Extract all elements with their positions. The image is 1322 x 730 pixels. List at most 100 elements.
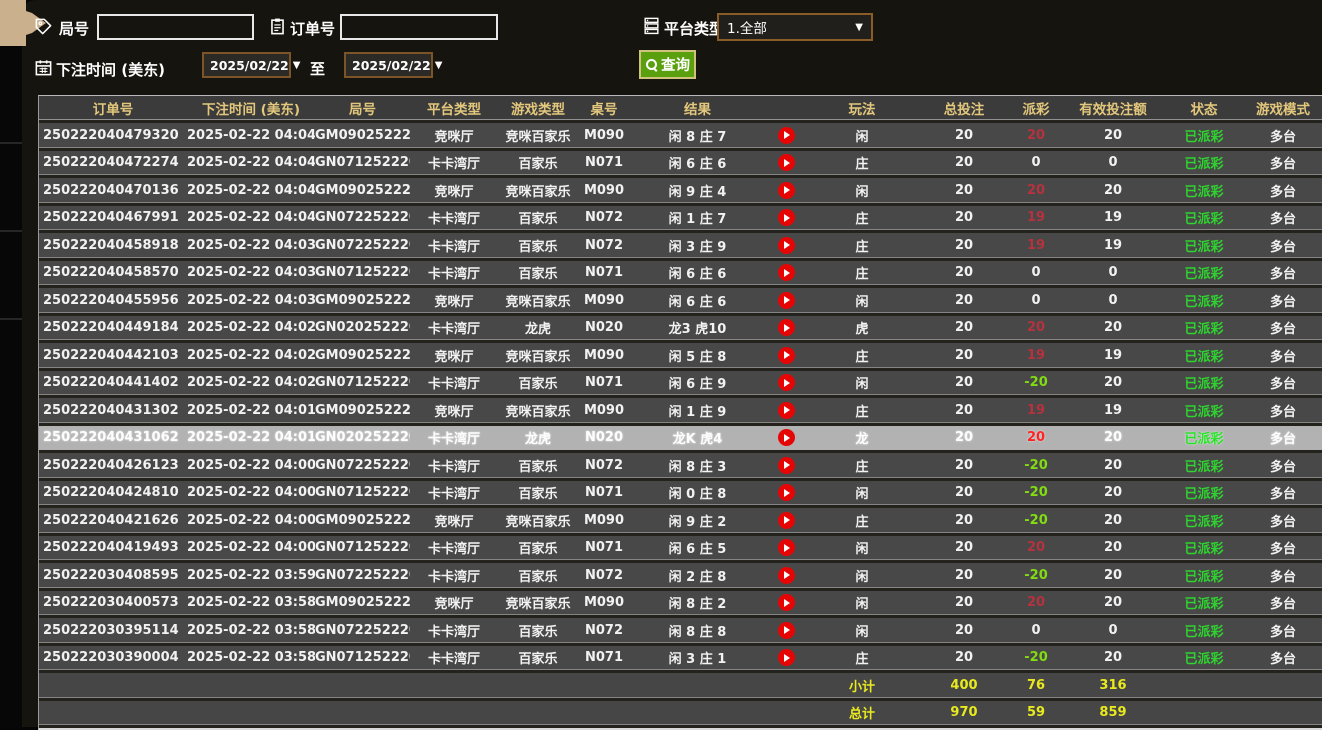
table-row[interactable]: 2502220404194932025-02-22 04:00:22GN0712…	[39, 536, 1322, 564]
cell-payout: -20	[1011, 508, 1061, 536]
column-header: 状态	[1165, 96, 1243, 123]
play-video-icon[interactable]	[778, 292, 795, 309]
cell-round: GN0722522208C	[315, 233, 410, 261]
cell-total-bet: 20	[917, 261, 1011, 289]
cell-result: 闲 3 庄 9	[630, 233, 765, 261]
cell-bet-time: 2025-02-22 03:58:53	[187, 591, 315, 619]
cell-round: GM0902522205I	[315, 343, 410, 371]
cell-table-no: N071	[578, 371, 630, 399]
play-video-icon[interactable]	[778, 539, 795, 556]
cell-mode: 多台	[1243, 618, 1322, 646]
play-video-icon[interactable]	[778, 347, 795, 364]
table-row[interactable]: 2502220404216262025-02-22 04:00:34GM0902…	[39, 508, 1322, 536]
cell-play	[765, 261, 807, 289]
date-to-select[interactable]: 2025/02/22 ▼	[344, 52, 433, 78]
table-row[interactable]: 2502220304085952025-02-22 03:59:33GN0722…	[39, 563, 1322, 591]
play-video-icon[interactable]	[778, 127, 795, 144]
footer-valid-bet: 316	[1061, 673, 1165, 701]
cell-table-no: N071	[578, 646, 630, 674]
play-video-icon[interactable]	[778, 154, 795, 171]
cell-valid-bet: 20	[1061, 178, 1165, 206]
table-row[interactable]: 2502220404793202025-02-22 04:04:52GM0902…	[39, 123, 1322, 151]
cell-order: 250222030408595	[39, 563, 187, 591]
cell-result: 龙3 虎10	[630, 316, 765, 344]
cell-bet-time: 2025-02-22 04:01:18	[187, 398, 315, 426]
table-row[interactable]: 2502220404248102025-02-22 04:00:47GN0712…	[39, 481, 1322, 509]
cell-valid-bet: 19	[1061, 206, 1165, 234]
cell-round: GN020252220CZ	[315, 316, 410, 344]
play-video-icon[interactable]	[778, 237, 795, 254]
cell-play	[765, 481, 807, 509]
play-video-icon[interactable]	[778, 594, 795, 611]
play-video-icon[interactable]	[778, 209, 795, 226]
cell-round: GM0902522205E	[315, 591, 410, 619]
cell-mode: 多台	[1243, 288, 1322, 316]
cell-round: GN07225222086	[315, 563, 410, 591]
table-row[interactable]: 2502220303951142025-02-22 03:58:27GN0722…	[39, 618, 1322, 646]
cell-play	[765, 618, 807, 646]
cell-status: 已派彩	[1165, 233, 1243, 261]
table-row[interactable]: 2502220404679912025-02-22 04:04:05GN0722…	[39, 206, 1322, 234]
table-row[interactable]: 2502220404421032025-02-22 04:02:07GM0902…	[39, 343, 1322, 371]
table-row[interactable]: 2502220404559562025-02-22 04:03:08GM0902…	[39, 288, 1322, 316]
table-row[interactable]: 2502220404310622025-02-22 04:01:16GN0202…	[39, 426, 1322, 454]
cell-play	[765, 233, 807, 261]
play-video-icon[interactable]	[778, 457, 795, 474]
cell-bet-time: 2025-02-22 04:00:47	[187, 481, 315, 509]
play-video-icon[interactable]	[778, 402, 795, 419]
cell-play	[765, 453, 807, 481]
cell-valid-bet: 20	[1061, 508, 1165, 536]
play-video-icon[interactable]	[778, 512, 795, 529]
cell-mode: 多台	[1243, 563, 1322, 591]
cell-play	[765, 646, 807, 674]
cell-order: 250222040455956	[39, 288, 187, 316]
play-video-icon[interactable]	[778, 484, 795, 501]
cell-play	[765, 288, 807, 316]
table-row[interactable]: 2502220404585702025-02-22 04:03:22GN0712…	[39, 261, 1322, 289]
cell-payout: 0	[1011, 288, 1061, 316]
cell-order: 250222030400573	[39, 591, 187, 619]
cell-table-no: N071	[578, 481, 630, 509]
cell-order: 250222040467991	[39, 206, 187, 234]
play-video-icon[interactable]	[778, 319, 795, 336]
cell-table-no: N072	[578, 618, 630, 646]
cell-game-type: 百家乐	[498, 371, 578, 399]
play-video-icon[interactable]	[778, 264, 795, 281]
play-video-icon[interactable]	[778, 429, 795, 446]
cell-bet-on: 庄	[807, 646, 917, 674]
table-row[interactable]: 2502220303900042025-02-22 03:58:05GN0712…	[39, 646, 1322, 674]
cell-mode: 多台	[1243, 398, 1322, 426]
cell-bet-time: 2025-02-22 04:02:07	[187, 343, 315, 371]
column-header: 游戏模式	[1243, 96, 1322, 123]
search-button[interactable]: 查询	[639, 50, 696, 79]
cell-order: 250222040449184	[39, 316, 187, 344]
cell-total-bet: 20	[917, 178, 1011, 206]
play-video-icon[interactable]	[778, 622, 795, 639]
cell-result: 闲 1 庄 9	[630, 398, 765, 426]
cell-platform: 卡卡湾厅	[410, 481, 498, 509]
play-video-icon[interactable]	[778, 374, 795, 391]
cell-payout: 20	[1011, 426, 1061, 454]
table-row[interactable]: 2502220404589182025-02-22 04:03:24GN0722…	[39, 233, 1322, 261]
table-row[interactable]: 2502220404722742025-02-22 04:04:21GN0712…	[39, 151, 1322, 179]
cell-platform: 卡卡湾厅	[410, 618, 498, 646]
table-row[interactable]: 2502220404261232025-02-22 04:00:53GN0722…	[39, 453, 1322, 481]
table-row[interactable]: 2502220404414022025-02-22 04:02:04GN0712…	[39, 371, 1322, 399]
round-input[interactable]	[97, 14, 254, 40]
play-video-icon[interactable]	[778, 649, 795, 666]
platform-select[interactable]: 1.全部 ▼	[717, 13, 873, 41]
play-video-icon[interactable]	[778, 182, 795, 199]
order-input[interactable]	[340, 14, 498, 40]
play-video-icon[interactable]	[778, 567, 795, 584]
table-row[interactable]: 2502220404701362025-02-22 04:04:12GM0902…	[39, 178, 1322, 206]
date-from-select[interactable]: 2025/02/22 ▼	[202, 52, 291, 78]
cell-mode: 多台	[1243, 123, 1322, 151]
cell-play	[765, 123, 807, 151]
table-row[interactable]: 2502220404491842025-02-22 04:02:37GN0202…	[39, 316, 1322, 344]
cell-result: 闲 6 庄 9	[630, 371, 765, 399]
table-row[interactable]: 2502220404313022025-02-22 04:01:18GM0902…	[39, 398, 1322, 426]
table-row[interactable]: 2502220304005732025-02-22 03:58:53GM0902…	[39, 591, 1322, 619]
cell-platform: 卡卡湾厅	[410, 371, 498, 399]
cell-round: GN071252220BJ	[315, 151, 410, 179]
cell-status: 已派彩	[1165, 123, 1243, 151]
